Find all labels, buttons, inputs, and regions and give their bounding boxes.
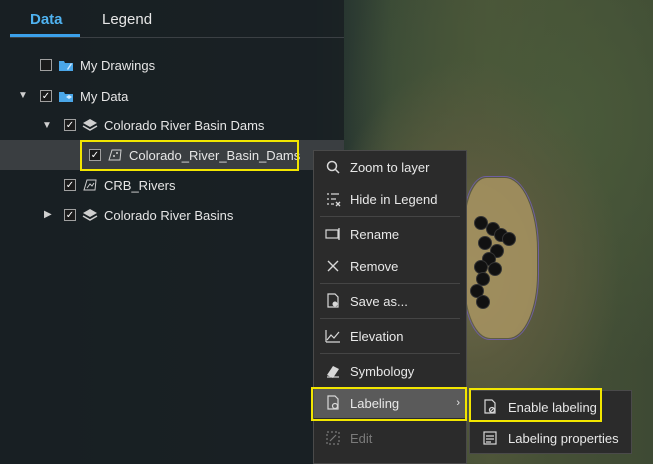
hide-legend-icon (323, 189, 343, 209)
zoom-icon (323, 157, 343, 177)
menu-item-save-as[interactable]: Save as... (314, 286, 466, 316)
labeling-properties-icon (480, 428, 500, 448)
layer-panel: Data Legend My Drawings ▼ ✓ My Data ▼ ✓ … (0, 0, 344, 464)
highlight-box-layer (80, 140, 299, 171)
dam-marker (488, 262, 502, 276)
basin-outline (463, 176, 539, 340)
checkbox-my-drawings[interactable] (40, 59, 52, 71)
drawings-folder-icon (58, 57, 74, 73)
symbology-icon (323, 361, 343, 381)
tree-item-my-data[interactable]: ✓ My Data (40, 84, 128, 108)
tree-label: My Drawings (80, 57, 156, 73)
checkbox-crb-basins[interactable]: ✓ (64, 209, 76, 221)
highlight-box-labeling (311, 387, 467, 421)
menu-separator (320, 353, 460, 354)
data-folder-icon (58, 88, 74, 104)
dam-marker (502, 232, 516, 246)
highlight-box-enable-labeling (469, 388, 602, 422)
menu-separator (320, 318, 460, 319)
menu-item-zoom-to-layer[interactable]: Zoom to layer (314, 152, 466, 182)
menu-item-edit[interactable]: Edit (314, 423, 466, 453)
layers-icon (82, 117, 98, 133)
menu-separator (320, 283, 460, 284)
active-tab-indicator (10, 34, 80, 37)
tree-item-crb-basins[interactable]: ✓ Colorado River Basins (64, 203, 233, 227)
close-icon (323, 256, 343, 276)
elevation-icon (323, 326, 343, 346)
tree-label: My Data (80, 88, 129, 104)
checkbox-crb-rivers[interactable]: ✓ (64, 179, 76, 191)
expand-arrow-icon[interactable]: ▼ (18, 90, 28, 101)
tree-item-crb-rivers[interactable]: ✓ CRB_Rivers (64, 173, 176, 197)
tree-item-my-drawings[interactable]: My Drawings (40, 53, 155, 77)
menu-item-symbology[interactable]: Symbology (314, 356, 466, 386)
tab-legend[interactable]: Legend (102, 11, 152, 28)
menu-item-elevation[interactable]: Elevation (314, 321, 466, 351)
tab-divider (10, 37, 344, 38)
tab-data[interactable]: Data (30, 11, 63, 28)
menu-item-rename[interactable]: Rename (314, 219, 466, 249)
panel-tabs: Data Legend (0, 0, 344, 38)
checkbox-my-data[interactable]: ✓ (40, 90, 52, 102)
submenu-item-labeling-properties[interactable]: Labeling properties (470, 423, 631, 453)
layers-icon (82, 207, 98, 223)
tree-label: Colorado River Basin Dams (104, 117, 265, 133)
line-layer-icon (82, 177, 98, 193)
menu-item-remove[interactable]: Remove (314, 251, 466, 281)
tree-item-crb-dams-group[interactable]: ✓ Colorado River Basin Dams (64, 113, 264, 137)
tree-label: CRB_Rivers (104, 177, 176, 193)
menu-item-hide-in-legend[interactable]: Hide in Legend (314, 184, 466, 214)
checkbox-crb-dams-group[interactable]: ✓ (64, 119, 76, 131)
menu-separator (320, 216, 460, 217)
tree-label: Colorado River Basins (104, 207, 234, 223)
save-as-icon (323, 291, 343, 311)
edit-icon (323, 428, 343, 448)
expand-arrow-icon[interactable]: ▼ (42, 120, 52, 131)
expand-arrow-icon[interactable]: ▶ (44, 209, 52, 220)
rename-icon (323, 224, 343, 244)
dam-marker (476, 295, 490, 309)
